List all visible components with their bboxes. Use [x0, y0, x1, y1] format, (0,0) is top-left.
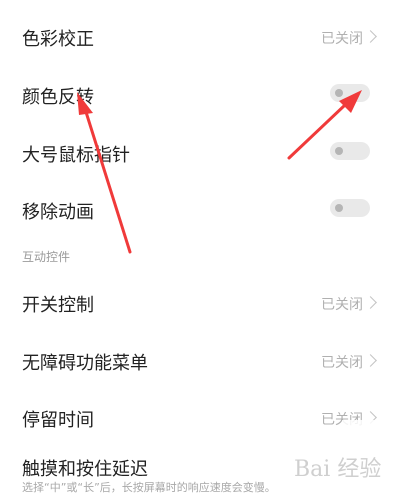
annotation-arrow — [287, 90, 362, 160]
annotation-arrow — [77, 92, 132, 254]
annotation-arrows — [77, 90, 362, 254]
